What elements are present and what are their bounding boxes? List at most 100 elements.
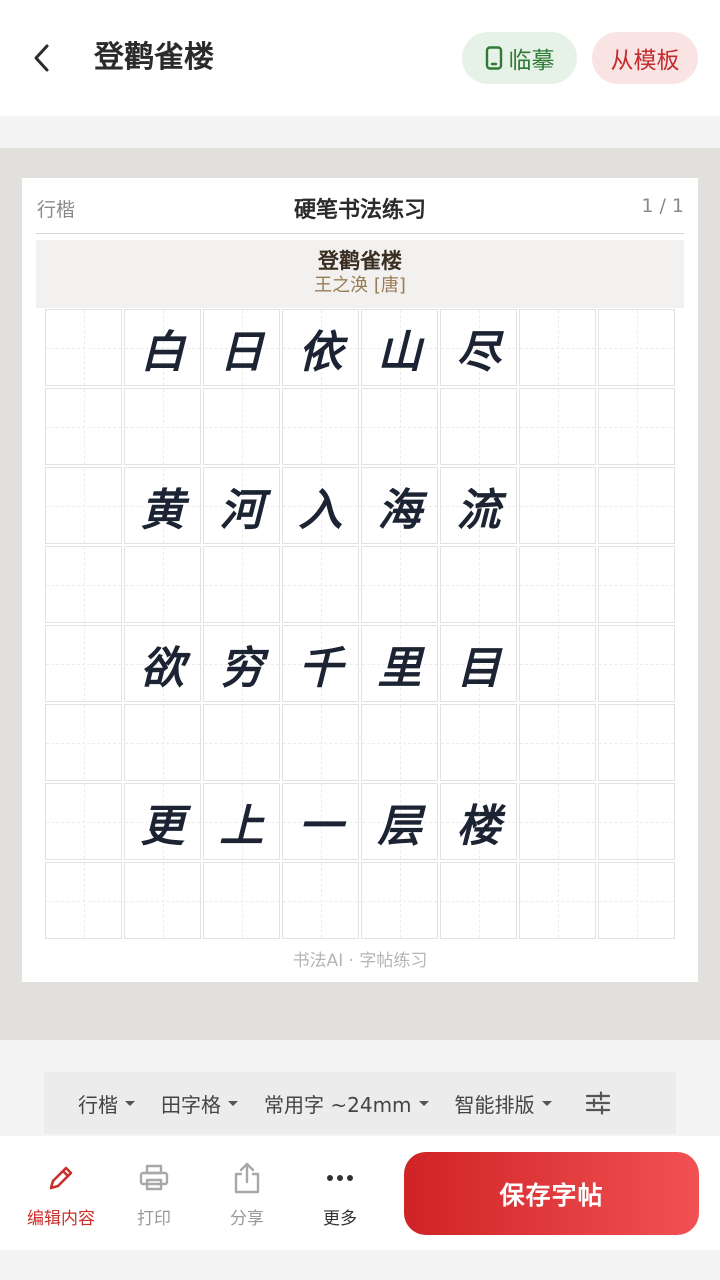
grid-cell[interactable] — [45, 862, 122, 939]
share-icon — [234, 1162, 260, 1194]
grid-cell[interactable] — [203, 704, 280, 781]
char-size-dropdown[interactable]: 常用字 ~24mm — [264, 1089, 429, 1118]
pencil-icon — [49, 1166, 73, 1190]
grid-cell[interactable] — [598, 862, 675, 939]
save-copybook-button[interactable]: 保存字帖 — [404, 1152, 699, 1235]
grid-cell[interactable]: 河 — [203, 467, 280, 544]
grid-cell[interactable]: 里 — [361, 625, 438, 702]
grid-cell[interactable]: 白 — [124, 309, 201, 386]
grid-cell[interactable] — [598, 309, 675, 386]
grid-cell[interactable]: 海 — [361, 467, 438, 544]
grid-cell[interactable] — [361, 546, 438, 623]
grid-cell[interactable] — [440, 388, 517, 465]
font-style-value: 行楷 — [78, 1092, 118, 1117]
practice-character: 河 — [219, 484, 264, 536]
sliders-icon — [585, 1091, 610, 1115]
grid-cell[interactable] — [45, 388, 122, 465]
grid-cell[interactable] — [45, 467, 122, 544]
more-label: 更多 — [323, 1209, 357, 1229]
grid-cell[interactable]: 千 — [282, 625, 359, 702]
caret-down-icon — [541, 1100, 552, 1106]
grid-cell[interactable] — [598, 546, 675, 623]
divider — [36, 233, 684, 234]
page-title: 登鹳雀楼 — [94, 40, 214, 75]
edit-content-button[interactable]: 编辑内容 — [15, 1158, 107, 1229]
grid-cell[interactable] — [203, 388, 280, 465]
grid-cell[interactable]: 穷 — [203, 625, 280, 702]
grid-cell[interactable] — [598, 388, 675, 465]
poem-author: 王之涣 [唐] — [314, 275, 406, 296]
grid-cell[interactable] — [598, 704, 675, 781]
grid-cell[interactable]: 上 — [203, 783, 280, 860]
trace-button[interactable]: 临摹 — [462, 32, 577, 84]
grid-cell[interactable]: 一 — [282, 783, 359, 860]
practice-character: 一 — [298, 800, 343, 852]
grid-cell[interactable]: 入 — [282, 467, 359, 544]
grid-cell[interactable] — [361, 388, 438, 465]
layout-dropdown[interactable]: 智能排版 — [455, 1089, 552, 1118]
top-bar: 登鹳雀楼 临摹 从模板 — [0, 0, 720, 116]
grid-cell[interactable]: 流 — [440, 467, 517, 544]
grid-cell[interactable] — [45, 546, 122, 623]
grid-cell[interactable] — [361, 704, 438, 781]
adjust-settings-button[interactable] — [584, 1089, 612, 1117]
grid-cell[interactable] — [282, 704, 359, 781]
grid-cell[interactable]: 日 — [203, 309, 280, 386]
back-button[interactable] — [22, 38, 62, 78]
grid-cell[interactable] — [282, 388, 359, 465]
grid-cell[interactable]: 楼 — [440, 783, 517, 860]
grid-cell[interactable] — [519, 309, 596, 386]
grid-cell[interactable] — [519, 546, 596, 623]
grid-cell[interactable] — [282, 862, 359, 939]
grid-cell[interactable] — [519, 625, 596, 702]
grid-cell[interactable]: 黄 — [124, 467, 201, 544]
grid-cell[interactable] — [440, 704, 517, 781]
practice-character: 欲 — [140, 642, 185, 694]
grid-cell[interactable]: 层 — [361, 783, 438, 860]
grid-cell[interactable] — [45, 704, 122, 781]
grid-cell[interactable] — [598, 625, 675, 702]
grid-cell[interactable]: 目 — [440, 625, 517, 702]
practice-character: 更 — [140, 800, 185, 852]
grid-cell[interactable] — [45, 309, 122, 386]
practice-character: 楼 — [456, 800, 501, 852]
grid-type-dropdown[interactable]: 田字格 — [161, 1089, 238, 1118]
char-size-value: 常用字 ~24mm — [264, 1092, 412, 1117]
grid-cell[interactable] — [440, 546, 517, 623]
grid-cell[interactable] — [519, 704, 596, 781]
grid-cell[interactable] — [519, 467, 596, 544]
share-button[interactable]: 分享 — [201, 1158, 293, 1229]
grid-cell[interactable] — [124, 546, 201, 623]
grid-cell[interactable] — [45, 783, 122, 860]
grid-cell[interactable] — [282, 546, 359, 623]
grid-cell[interactable] — [519, 783, 596, 860]
grid-cell[interactable]: 尽 — [440, 309, 517, 386]
edit-content-label: 编辑内容 — [27, 1209, 95, 1229]
grid-cell[interactable] — [124, 704, 201, 781]
grid-cell[interactable]: 欲 — [124, 625, 201, 702]
from-template-button[interactable]: 从模板 — [592, 32, 698, 84]
grid-cell[interactable] — [598, 467, 675, 544]
grid-cell[interactable] — [124, 862, 201, 939]
font-style-dropdown[interactable]: 行楷 — [78, 1089, 135, 1118]
grid-cell[interactable]: 更 — [124, 783, 201, 860]
grid-cell[interactable] — [45, 625, 122, 702]
grid-cell[interactable] — [203, 546, 280, 623]
practice-character: 层 — [377, 800, 422, 852]
grid-cell[interactable] — [519, 862, 596, 939]
grid-cell[interactable] — [440, 862, 517, 939]
grid-cell[interactable]: 依 — [282, 309, 359, 386]
page-indicator: 1 / 1 — [641, 195, 684, 217]
layout-value: 智能排版 — [454, 1092, 535, 1117]
grid-cell[interactable] — [203, 862, 280, 939]
grid-cell[interactable] — [124, 388, 201, 465]
grid-cell[interactable] — [598, 783, 675, 860]
print-button[interactable]: 打印 — [108, 1158, 200, 1229]
practice-character: 白 — [140, 326, 185, 378]
grid-cell[interactable] — [361, 862, 438, 939]
grid-cell[interactable] — [519, 388, 596, 465]
grid-cell[interactable]: 山 — [361, 309, 438, 386]
practice-character: 依 — [298, 326, 343, 378]
trace-label: 临摹 — [508, 48, 555, 74]
more-button[interactable]: 更多 — [294, 1158, 386, 1229]
